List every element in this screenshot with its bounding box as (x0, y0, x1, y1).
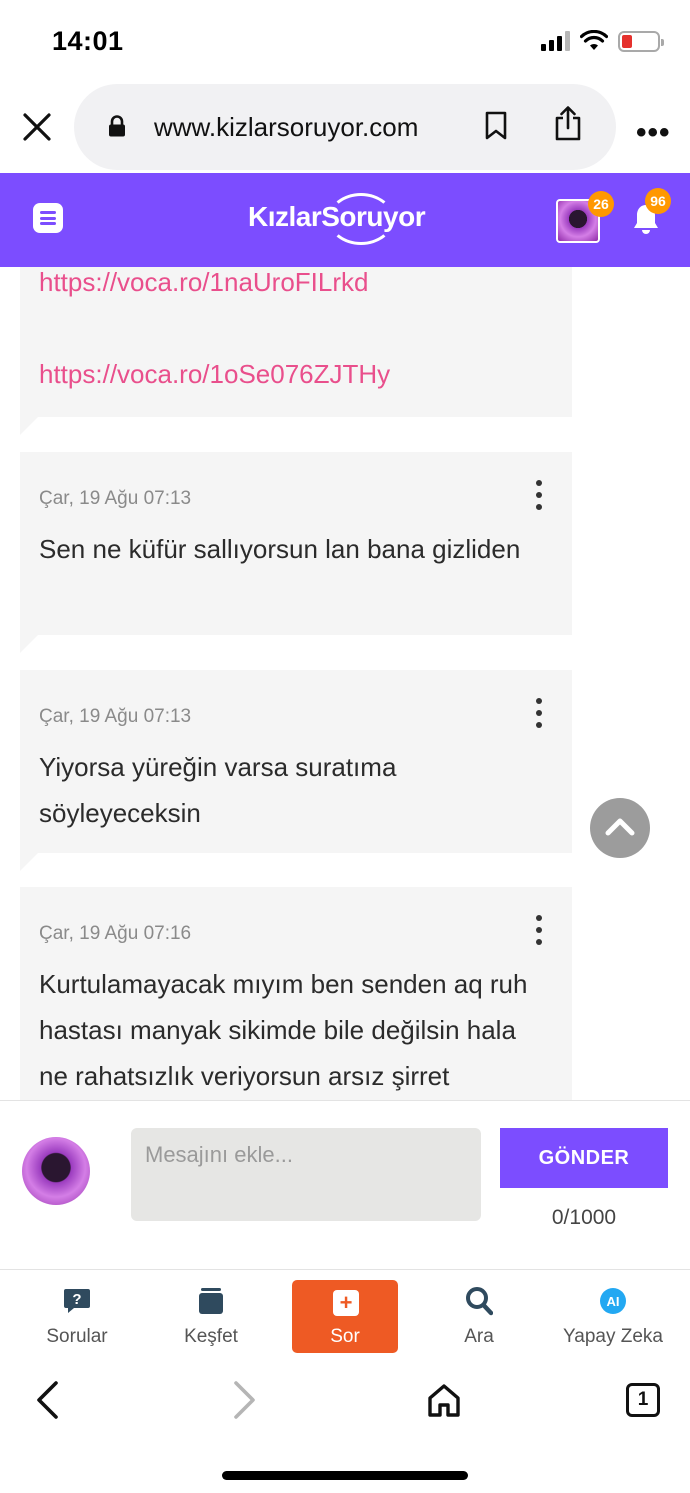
share-icon[interactable] (554, 106, 582, 142)
home-indicator (222, 1471, 468, 1480)
message-bubble: Çar, 19 Ağu 07:13 Sen ne küfür sallıyors… (20, 452, 572, 653)
question-bubble-icon: ? (64, 1289, 90, 1313)
svg-text:AI: AI (607, 1294, 620, 1309)
plus-square-icon: + (333, 1290, 359, 1316)
nav-label: Sorular (46, 1326, 108, 1347)
battery-level (622, 34, 632, 48)
back-icon[interactable] (34, 1380, 60, 1420)
char-count: 0/1000 (551, 1206, 617, 1229)
forward-icon[interactable] (232, 1380, 258, 1420)
chevron-up-icon (605, 818, 635, 836)
nav-label: Sor (330, 1326, 360, 1347)
message-thread: https://voca.ro/1naUroFILrkd https://voc… (0, 267, 690, 1100)
message-options-icon[interactable] (533, 698, 545, 728)
message-date: Çar, 19 Ağu 07:13 (39, 706, 192, 727)
scroll-to-top-button[interactable] (590, 798, 650, 858)
svg-text:?: ? (72, 1291, 81, 1308)
close-icon[interactable] (20, 110, 54, 144)
nav-item-sor[interactable]: + Sor (292, 1280, 398, 1353)
send-button[interactable]: GÖNDER (500, 1128, 668, 1188)
bookmark-icon[interactable] (484, 111, 508, 141)
message-date: Çar, 19 Ağu 07:13 (39, 488, 192, 509)
message-bubble: Çar, 19 Ağu 07:13 Yiyorsa yüreğin varsa … (20, 670, 572, 871)
logo-ring-icon (328, 193, 394, 245)
nav-label: Keşfet (184, 1326, 238, 1347)
nav-label: Yapay Zeka (563, 1326, 663, 1347)
status-time: 14:01 (52, 26, 124, 56)
browser-toolbar: 1 (0, 1360, 690, 1493)
voice-link[interactable]: https://voca.ro/1naUroFILrkd (39, 267, 368, 298)
menu-icon[interactable] (33, 203, 63, 233)
notification-badge: 96 (645, 188, 671, 214)
message-text: Yiyorsa yüreğin varsa suratıma söyleyece… (39, 752, 397, 828)
nav-item-yapay-zeka[interactable]: AI Yapay Zeka (546, 1270, 680, 1356)
stack-icon (199, 1288, 223, 1314)
message-composer: GÖNDER 0/1000 (0, 1100, 690, 1270)
url-field[interactable]: www.kizlarsoruyor.com (74, 84, 616, 170)
message-bubble: https://voca.ro/1naUroFILrkd https://voc… (20, 267, 572, 435)
message-text: Kurtulamayacak mıyım ben senden aq ruh h… (39, 969, 528, 1091)
status-bar: 14:01 (0, 0, 690, 84)
home-icon[interactable] (426, 1382, 462, 1418)
site-bottom-nav: ? Sorular Keşfet + Sor Ara AI Yapay Zeka (0, 1270, 690, 1360)
logo-text-1: Kızlar (248, 201, 322, 232)
url-text: www.kizlarsoruyor.com (154, 112, 419, 142)
wifi-icon (580, 30, 608, 50)
tab-count: 1 (637, 1389, 649, 1410)
nav-item-ara[interactable]: Ara (412, 1270, 546, 1356)
ai-icon: AI (600, 1288, 626, 1314)
lock-icon (109, 115, 125, 137)
avatar-badge: 26 (588, 191, 614, 217)
tabs-icon[interactable]: 1 (626, 1383, 660, 1417)
message-date: Çar, 19 Ağu 07:16 (39, 923, 192, 944)
browser-address-bar: www.kizlarsoruyor.com ••• (0, 84, 690, 174)
message-input[interactable] (131, 1128, 481, 1221)
avatar (22, 1137, 90, 1205)
voice-link[interactable]: https://voca.ro/1oSe076ZJTHy (39, 359, 390, 390)
message-options-icon[interactable] (533, 915, 545, 945)
cellular-signal-icon (541, 31, 570, 51)
search-icon (466, 1287, 493, 1316)
nav-item-sorular[interactable]: ? Sorular (10, 1270, 144, 1356)
status-icons (541, 30, 664, 52)
more-icon[interactable]: ••• (636, 116, 671, 150)
message-bubble: Çar, 19 Ağu 07:16 Kurtulamayacak mıyım b… (20, 887, 572, 1100)
battery-icon (618, 30, 664, 52)
message-options-icon[interactable] (533, 480, 545, 510)
nav-item-kesfet[interactable]: Keşfet (144, 1270, 278, 1356)
site-header: KızlarSoruyor 26 96 (0, 173, 690, 267)
message-text: Sen ne küfür sallıyorsun lan bana gizlid… (39, 534, 521, 564)
nav-label: Ara (464, 1326, 494, 1347)
